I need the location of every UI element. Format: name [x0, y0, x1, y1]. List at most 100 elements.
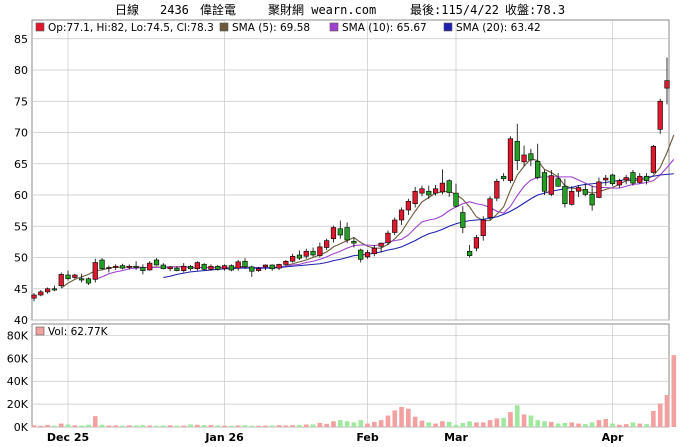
candle-body-up — [412, 190, 418, 205]
candle-body-up — [194, 262, 200, 270]
candle-body-up — [494, 180, 500, 199]
volume-bar — [45, 424, 50, 427]
volume-bar — [222, 425, 227, 427]
volume-bar — [569, 422, 575, 427]
candle-body-down — [242, 260, 248, 268]
volume-bar — [433, 423, 438, 427]
candle-body-down — [351, 240, 357, 244]
legend-swatch-sma5 — [219, 22, 229, 32]
candle-body-down — [541, 172, 548, 192]
candle-body-down — [555, 178, 561, 187]
candle — [630, 170, 636, 186]
candle — [92, 258, 98, 283]
candle-body-down — [630, 172, 636, 184]
close-price-label: 收盤:78.3 — [505, 3, 565, 17]
price-legend: Op:77.1, Hi:82, Lo:74.5, Cl:78.3 SMA (5)… — [35, 22, 541, 34]
volume-bar — [324, 423, 329, 427]
candle-body-down — [228, 265, 234, 271]
candle-body-down — [99, 259, 105, 270]
candle — [507, 136, 514, 184]
volume-bar — [79, 425, 84, 427]
month-label: Feb — [356, 431, 379, 444]
volume-bar — [474, 422, 479, 427]
volume-tick-label: 0K — [14, 421, 29, 434]
candle-body-down — [446, 180, 452, 193]
volume-bar — [133, 425, 139, 427]
candle-body-down — [187, 265, 194, 270]
volume-bar — [106, 425, 112, 427]
price-panel — [31, 19, 670, 321]
candle-body-up — [208, 265, 214, 270]
volume-bar — [426, 422, 432, 427]
volume-bar — [596, 420, 602, 427]
candle-body-up — [290, 255, 296, 262]
legend-sma10: SMA (10): 65.67 — [342, 22, 427, 34]
volume-bar — [440, 421, 445, 427]
volume-bar — [99, 424, 105, 427]
candle-body-up — [181, 265, 187, 271]
price-tick-label: 45 — [14, 283, 28, 296]
candle-body-up — [262, 264, 269, 268]
legend-swatch-volume — [35, 326, 45, 336]
candle-body-down — [65, 274, 71, 280]
candle-body-up — [398, 209, 405, 221]
candle-body-down — [528, 153, 534, 161]
volume-bar — [242, 425, 248, 427]
legend-swatch-sma10 — [329, 22, 339, 32]
candle-body-up — [657, 100, 663, 130]
price-tick-label: 40 — [14, 314, 28, 327]
candle-body-up — [405, 200, 411, 211]
candle — [99, 258, 105, 270]
volume-bar — [372, 421, 377, 427]
volume-bar — [480, 422, 486, 427]
volume-bar — [161, 425, 166, 427]
volume-bar — [542, 421, 547, 427]
candle-body-up — [650, 145, 656, 173]
legend-ohlc: Op:77.1, Hi:82, Lo:74.5, Cl:78.3 — [48, 22, 214, 34]
volume-bar — [514, 405, 520, 427]
volume-bar — [269, 425, 275, 427]
stock-name: 偉詮電 — [200, 3, 236, 17]
volume-bar — [535, 420, 540, 427]
candle-body-up — [385, 232, 391, 243]
candle-body-down — [310, 250, 316, 256]
stock-chart: 日線 2436 偉詮電 聚財網 wearn.com 最後:115/4/22 收盤… — [7, 2, 677, 444]
legend-swatch-ohlc — [35, 22, 45, 32]
volume-bar — [317, 422, 323, 427]
period-label: 日線 — [115, 2, 139, 17]
month-label: Jan 26 — [204, 431, 244, 444]
x-axis: Dec 25 Jan 26 Feb Mar Apr — [47, 431, 624, 444]
volume-bar — [31, 425, 37, 427]
candle — [657, 98, 663, 134]
volume-bar — [344, 421, 350, 427]
candle-body-up — [58, 274, 64, 286]
price-tick-label: 65 — [14, 158, 28, 171]
volume-tick-label: 60K — [7, 352, 29, 365]
candle-body-up — [392, 219, 398, 233]
volume-bar — [181, 425, 187, 427]
candle-body-up — [371, 247, 377, 255]
candle-body-up — [276, 264, 282, 269]
candle-body-up — [419, 188, 425, 194]
candle-body-up — [616, 180, 622, 186]
candle-body-down — [153, 259, 160, 266]
volume-bar — [378, 420, 384, 427]
volume-bar — [140, 425, 146, 427]
candle — [650, 145, 656, 174]
volume-bar — [297, 424, 302, 427]
candle-body-up — [603, 177, 609, 181]
volume-bar — [263, 425, 268, 427]
legend-swatch-sma20 — [443, 22, 453, 32]
candle-body-down — [358, 249, 364, 260]
legend-sma5: SMA (5): 69.58 — [232, 22, 310, 34]
candle-body-up — [31, 294, 37, 299]
candle-body-up — [113, 265, 119, 268]
volume-bar — [38, 425, 44, 427]
volume-bar — [453, 424, 459, 427]
candle-body-up — [303, 250, 309, 257]
price-tick-label: 85 — [14, 33, 28, 46]
volume-bar — [154, 425, 159, 427]
candle-body-down — [535, 160, 541, 178]
volume-bar — [460, 422, 466, 427]
volume-bar — [72, 425, 78, 427]
